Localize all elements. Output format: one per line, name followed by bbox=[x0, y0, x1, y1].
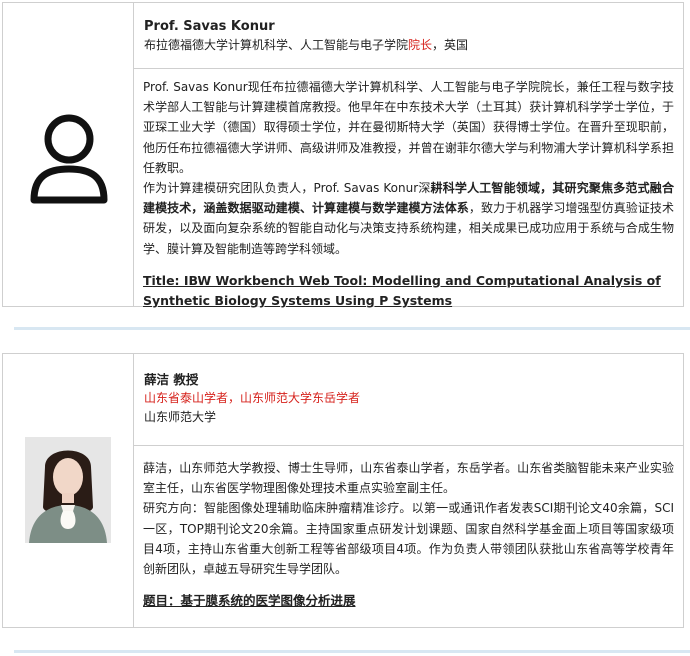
bio-paragraph: 薛洁，山东师范大学教授、博士生导师，山东省泰山学者，东岳学者。山东省类脑智能未来… bbox=[143, 461, 674, 496]
section-divider bbox=[14, 650, 690, 653]
speaker-portrait bbox=[25, 437, 111, 543]
speaker-bio: Prof. Savas Konur现任布拉德福德大学计算机科学、人工智能与电子学… bbox=[134, 69, 683, 308]
speaker-name: 薛洁 教授 bbox=[144, 372, 199, 387]
speaker-card-konur: Prof. Savas Konur 布拉德福德大学计算机科学、人工智能与电子学院… bbox=[2, 2, 684, 308]
speaker-honor: 山东省泰山学者，山东师范大学东岳学者 bbox=[144, 391, 361, 405]
bio-paragraph: Prof. Savas Konur现任布拉德福德大学计算机科学、人工智能与电子学… bbox=[143, 80, 674, 175]
person-outline-icon bbox=[30, 114, 108, 204]
talk-title[interactable]: Title: IBW Workbench Web Tool: Modelling… bbox=[143, 271, 674, 311]
speaker-name: Prof. Savas Konur bbox=[144, 19, 275, 34]
speaker-card-xue: 薛洁 教授 山东省泰山学者，山东师范大学东岳学者 山东师范大学 薛洁，山东师范大… bbox=[2, 353, 684, 628]
bio-paragraph: 作为计算建模研究团队负责人，Prof. Savas Konur深耕科学人工智能领… bbox=[143, 181, 674, 256]
speaker-header: 薛洁 教授 山东省泰山学者，山东师范大学东岳学者 山东师范大学 bbox=[134, 354, 683, 446]
speaker-affiliation: 布拉德福德大学计算机科学、人工智能与电子学院院长，英国 bbox=[144, 38, 469, 52]
speaker-header: Prof. Savas Konur 布拉德福德大学计算机科学、人工智能与电子学院… bbox=[134, 3, 683, 69]
speaker-bio: 薛洁，山东师范大学教授、博士生导师，山东省泰山学者，东岳学者。山东省类脑智能未来… bbox=[134, 446, 683, 627]
bio-paragraph: 研究方向：智能图像处理辅助临床肿瘤精准诊疗。以第一或通讯作者发表SCI期刊论文4… bbox=[143, 501, 674, 577]
photo-column bbox=[3, 3, 134, 306]
section-divider bbox=[14, 327, 690, 330]
talk-title[interactable]: 题目：基于膜系统的医学图像分析进展 bbox=[143, 591, 674, 611]
photo-column bbox=[3, 354, 134, 627]
speaker-institution: 山东师范大学 bbox=[144, 410, 217, 424]
